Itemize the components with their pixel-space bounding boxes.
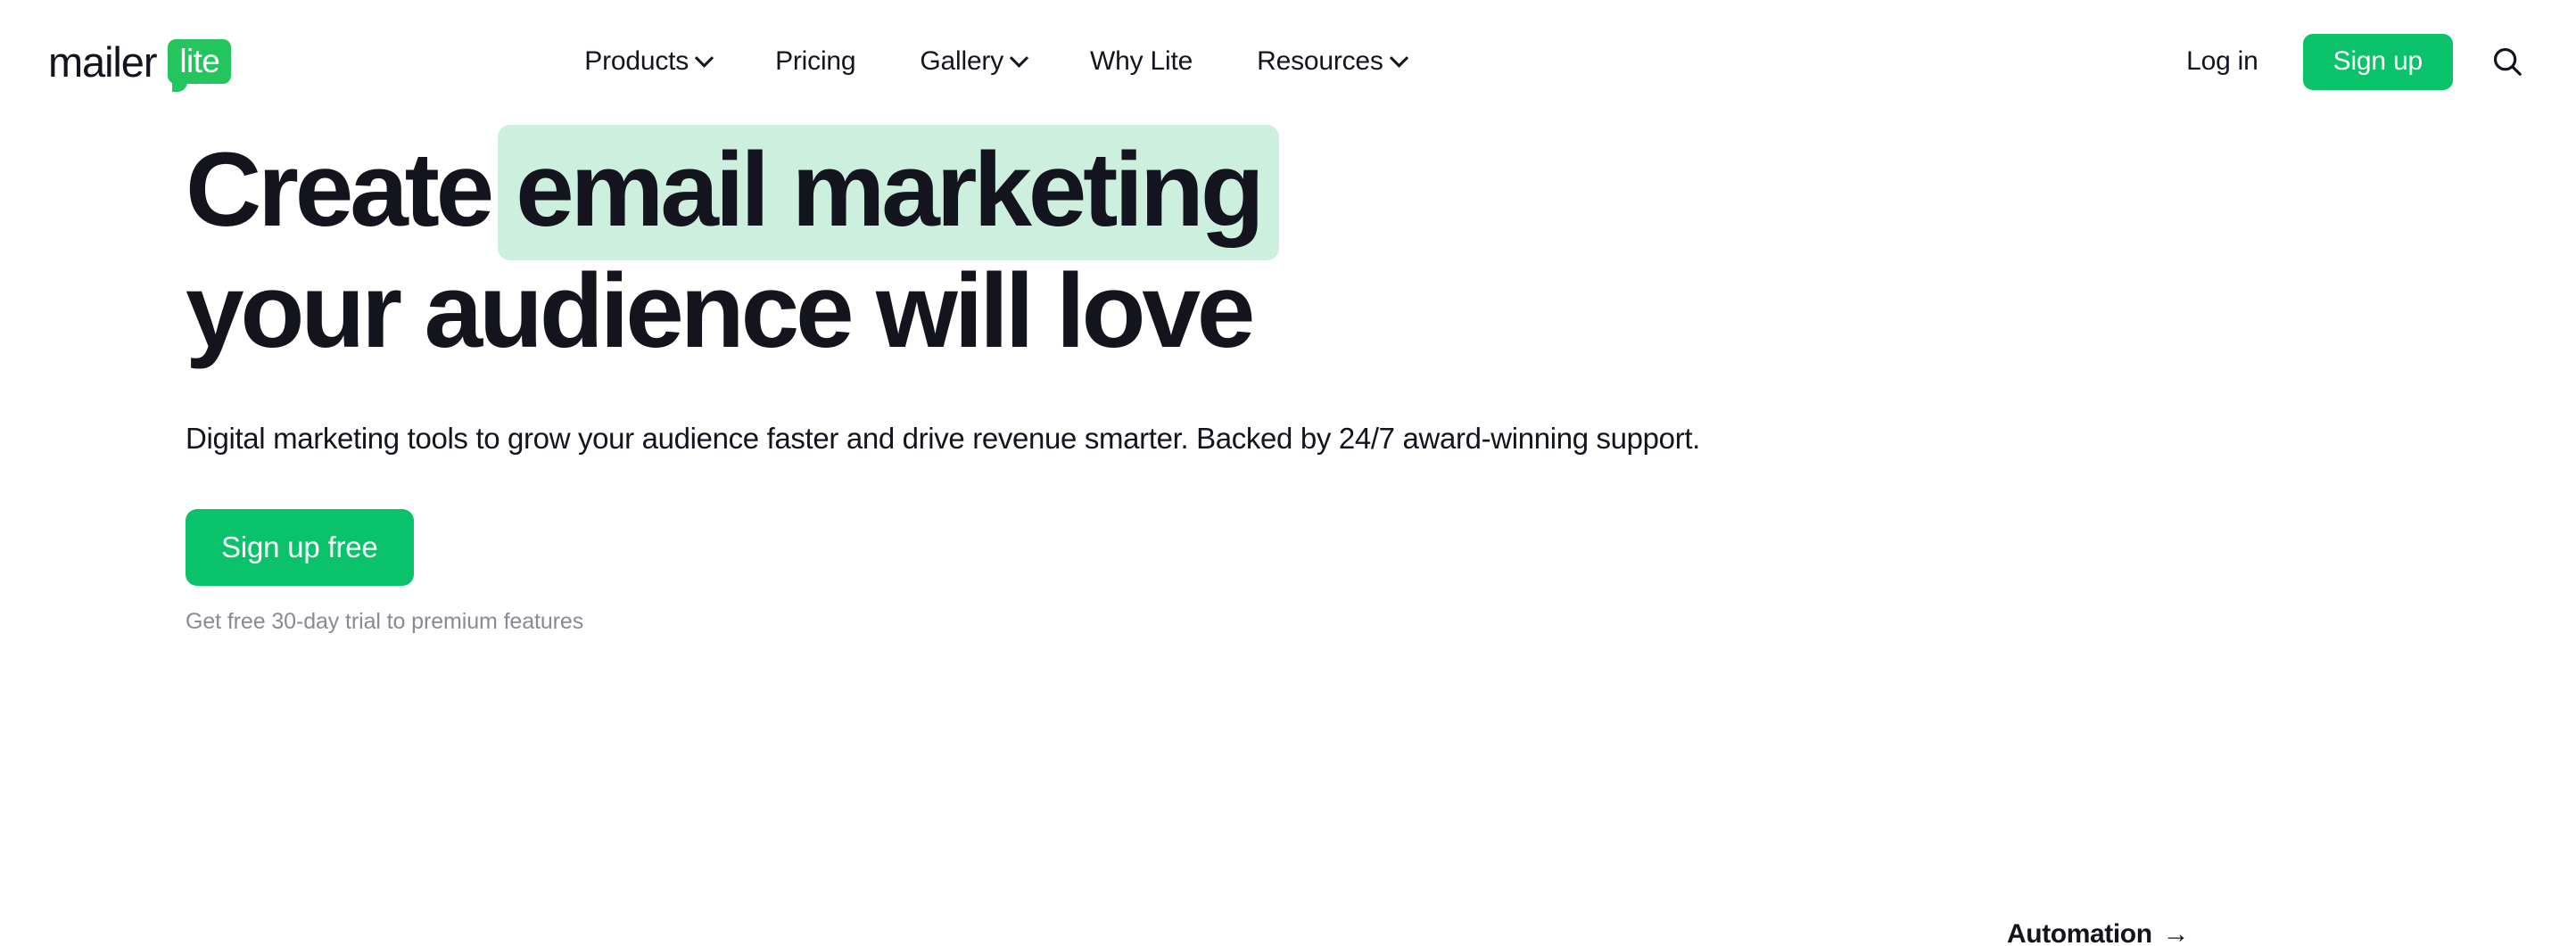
headline-line-1: Create email marketing [186, 125, 2059, 260]
search-button[interactable] [2485, 39, 2530, 84]
nav-label-why-lite: Why Lite [1090, 46, 1193, 76]
hero-subheadline: Digital marketing tools to grow your aud… [186, 422, 1700, 455]
nav-item-pricing[interactable]: Pricing [743, 46, 888, 77]
cta-trial-note: Get free 30-day trial to premium feature… [186, 608, 584, 634]
nav-label-resources: Resources [1257, 46, 1383, 76]
arrow-right-icon: → [2162, 919, 2190, 946]
headline-highlight: email marketing [498, 125, 1279, 260]
nav-label-products: Products [584, 46, 689, 76]
signup-free-button[interactable]: Sign up free [186, 508, 414, 586]
nav-label-gallery: Gallery [920, 46, 1004, 76]
signup-button[interactable]: Sign up [2302, 33, 2453, 90]
main-navigation: Products Pricing Gallery Why Lite Resour… [552, 46, 1437, 77]
chevron-down-icon [1389, 48, 1408, 68]
logo-badge-label: lite [179, 43, 220, 79]
site-header: mailer lite Products Pricing Gallery Why… [0, 0, 2576, 123]
login-link[interactable]: Log in [2163, 46, 2282, 77]
page-title: Create email marketing your audience will… [186, 125, 2059, 370]
chevron-down-icon [1009, 48, 1029, 68]
chevron-down-icon [694, 48, 714, 68]
logo-wordmark: mailer [48, 37, 157, 86]
headline-text-create: Create [186, 131, 494, 249]
logo-lite-badge: lite [168, 39, 232, 92]
header-actions: Log in Sign up [2163, 33, 2530, 90]
automation-card[interactable]: Automation → Send perfectly-timed and ta… [2007, 919, 2471, 946]
automation-title-text: Automation [2007, 919, 2152, 946]
nav-item-gallery[interactable]: Gallery [888, 46, 1058, 77]
logo-mailerlite[interactable]: mailer lite [48, 37, 232, 92]
nav-item-resources[interactable]: Resources [1225, 46, 1438, 77]
hero-section: Create email marketing your audience will… [0, 123, 2576, 946]
automation-card-title: Automation → [2007, 919, 2471, 946]
search-icon [2493, 47, 2522, 76]
nav-item-products[interactable]: Products [552, 46, 743, 77]
headline-line-2: your audience will love [186, 252, 1255, 370]
nav-item-why-lite[interactable]: Why Lite [1058, 46, 1225, 77]
nav-label-pricing: Pricing [775, 46, 856, 76]
